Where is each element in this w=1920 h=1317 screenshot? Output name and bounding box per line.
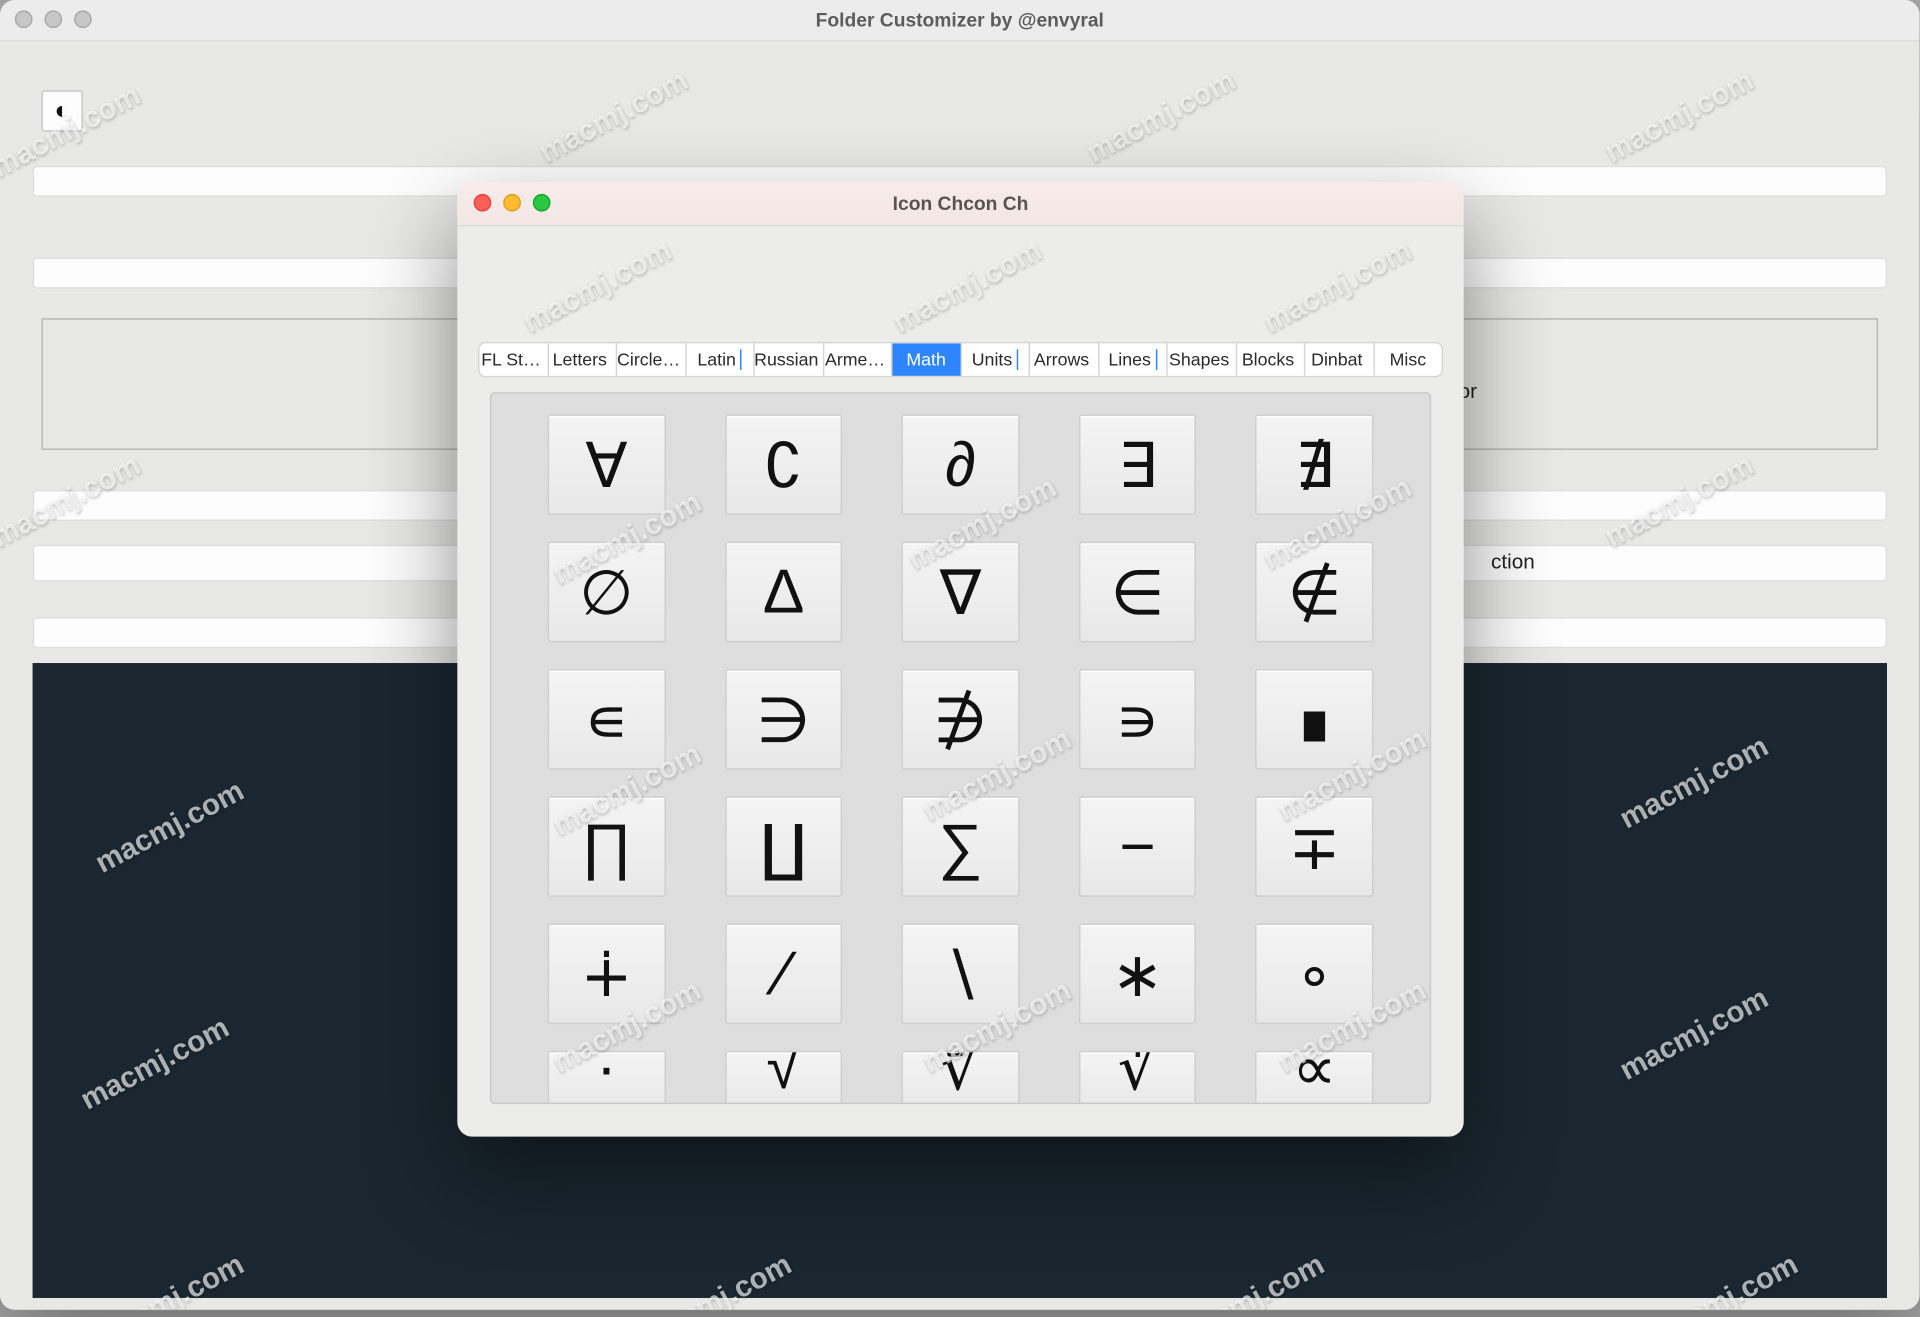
tab-letters[interactable]: Letters [548,343,617,376]
watermark-text: macmj.com [1600,64,1760,171]
glyph-button[interactable]: ∏ [548,796,666,897]
glyph-button[interactable]: ∑ [902,796,1020,897]
minimize-button-inactive[interactable] [44,10,62,28]
glyph-button[interactable]: ∊ [548,669,666,770]
tab-russian[interactable]: Russian [755,343,824,376]
tab-arrows[interactable]: Arrows [1030,343,1099,376]
glyph-button[interactable]: ∜ [1079,1051,1197,1103]
zoom-button[interactable] [533,194,551,212]
glyph-button[interactable]: ∉ [1256,542,1374,643]
glyph-scroll[interactable]: ∀ ∁ ∂ ∃ ∄ ∅ ∆ ∇ ∈ ∉ ∊ ∋ ∌ ∍ ∎ ∏ ∐ [506,408,1415,1102]
icon-chooser-window: Icon Chcon Ch FL St… Letters Circle… Lat… [457,182,1463,1137]
minimize-button[interactable] [503,194,521,212]
tab-shapes[interactable]: Shapes [1168,343,1237,376]
glyph-button[interactable]: ∙ [548,1051,666,1103]
glyph-button[interactable]: ∂ [902,414,1020,515]
main-titlebar: Folder Customizer by @envyral [0,0,1920,41]
main-window-title: Folder Customizer by @envyral [816,9,1104,31]
modal-traffic-lights [474,194,551,212]
modal-window-title: Icon Chcon Ch [893,192,1029,214]
glyph-button[interactable]: ∌ [902,669,1020,770]
glyph-button[interactable]: ∈ [1079,542,1197,643]
glyph-button[interactable]: √ [725,1051,843,1103]
glyph-button[interactable]: ∕ [725,924,843,1025]
close-button-inactive[interactable] [15,10,33,28]
tab-fl-studio[interactable]: FL St… [480,343,549,376]
glyph-button[interactable]: ∆ [725,542,843,643]
tab-armenian[interactable]: Arme… [824,343,893,376]
glyph-button[interactable]: ∍ [1079,669,1197,770]
glyph-button[interactable]: ∄ [1256,414,1374,515]
glyph-button[interactable]: ∛ [902,1051,1020,1103]
glyph-button[interactable]: ∃ [1079,414,1197,515]
glyph-button[interactable]: ∋ [725,669,843,770]
glyph-button[interactable]: ∗ [1079,924,1197,1025]
glyph-button[interactable]: ∔ [548,924,666,1025]
glyph-button[interactable]: ∐ [725,796,843,897]
watermark-text: macmj.com [888,235,1048,342]
row4-right-label: ction [1491,549,1535,573]
watermark-text: macmj.com [518,235,678,342]
glyph-button[interactable]: ∇ [902,542,1020,643]
tab-dinbat[interactable]: Dinbat [1305,343,1374,376]
modal-titlebar: Icon Chcon Ch [457,182,1463,226]
glyph-button[interactable]: ∁ [725,414,843,515]
glyph-panel: ∀ ∁ ∂ ∃ ∄ ∅ ∆ ∇ ∈ ∉ ∊ ∋ ∌ ∍ ∎ ∏ ∐ [490,392,1431,1104]
tab-lines[interactable]: Lines [1099,343,1168,376]
theme-toggle-button[interactable]: ◐ [41,90,82,131]
glyph-button[interactable]: ∎ [1256,669,1374,770]
category-tabstrip: FL St… Letters Circle… Latin Russian Arm… [478,342,1443,378]
tab-math[interactable]: Math [892,343,961,376]
zoom-button-inactive[interactable] [74,10,92,28]
watermark-text: macmj.com [534,64,694,171]
glyph-button[interactable]: ∘ [1256,924,1374,1025]
tab-blocks[interactable]: Blocks [1237,343,1306,376]
glyph-button[interactable]: − [1079,796,1197,897]
tab-units[interactable]: Units [961,343,1030,376]
tab-latin[interactable]: Latin [686,343,755,376]
glyph-button[interactable]: ∓ [1256,796,1374,897]
main-traffic-lights [15,10,92,28]
glyph-grid: ∀ ∁ ∂ ∃ ∄ ∅ ∆ ∇ ∈ ∉ ∊ ∋ ∌ ∍ ∎ ∏ ∐ [506,408,1415,1102]
tab-misc[interactable]: Misc [1374,343,1441,376]
glyph-button[interactable]: ∝ [1256,1051,1374,1103]
glyph-button[interactable]: ∀ [548,414,666,515]
glyph-button[interactable]: ∅ [548,542,666,643]
watermark-text: macmj.com [1258,235,1418,342]
contrast-icon: ◐ [55,96,70,126]
glyph-button[interactable]: ∖ [902,924,1020,1025]
close-button[interactable] [474,194,492,212]
watermark-text: macmj.com [1082,64,1242,171]
tab-circle[interactable]: Circle… [617,343,686,376]
